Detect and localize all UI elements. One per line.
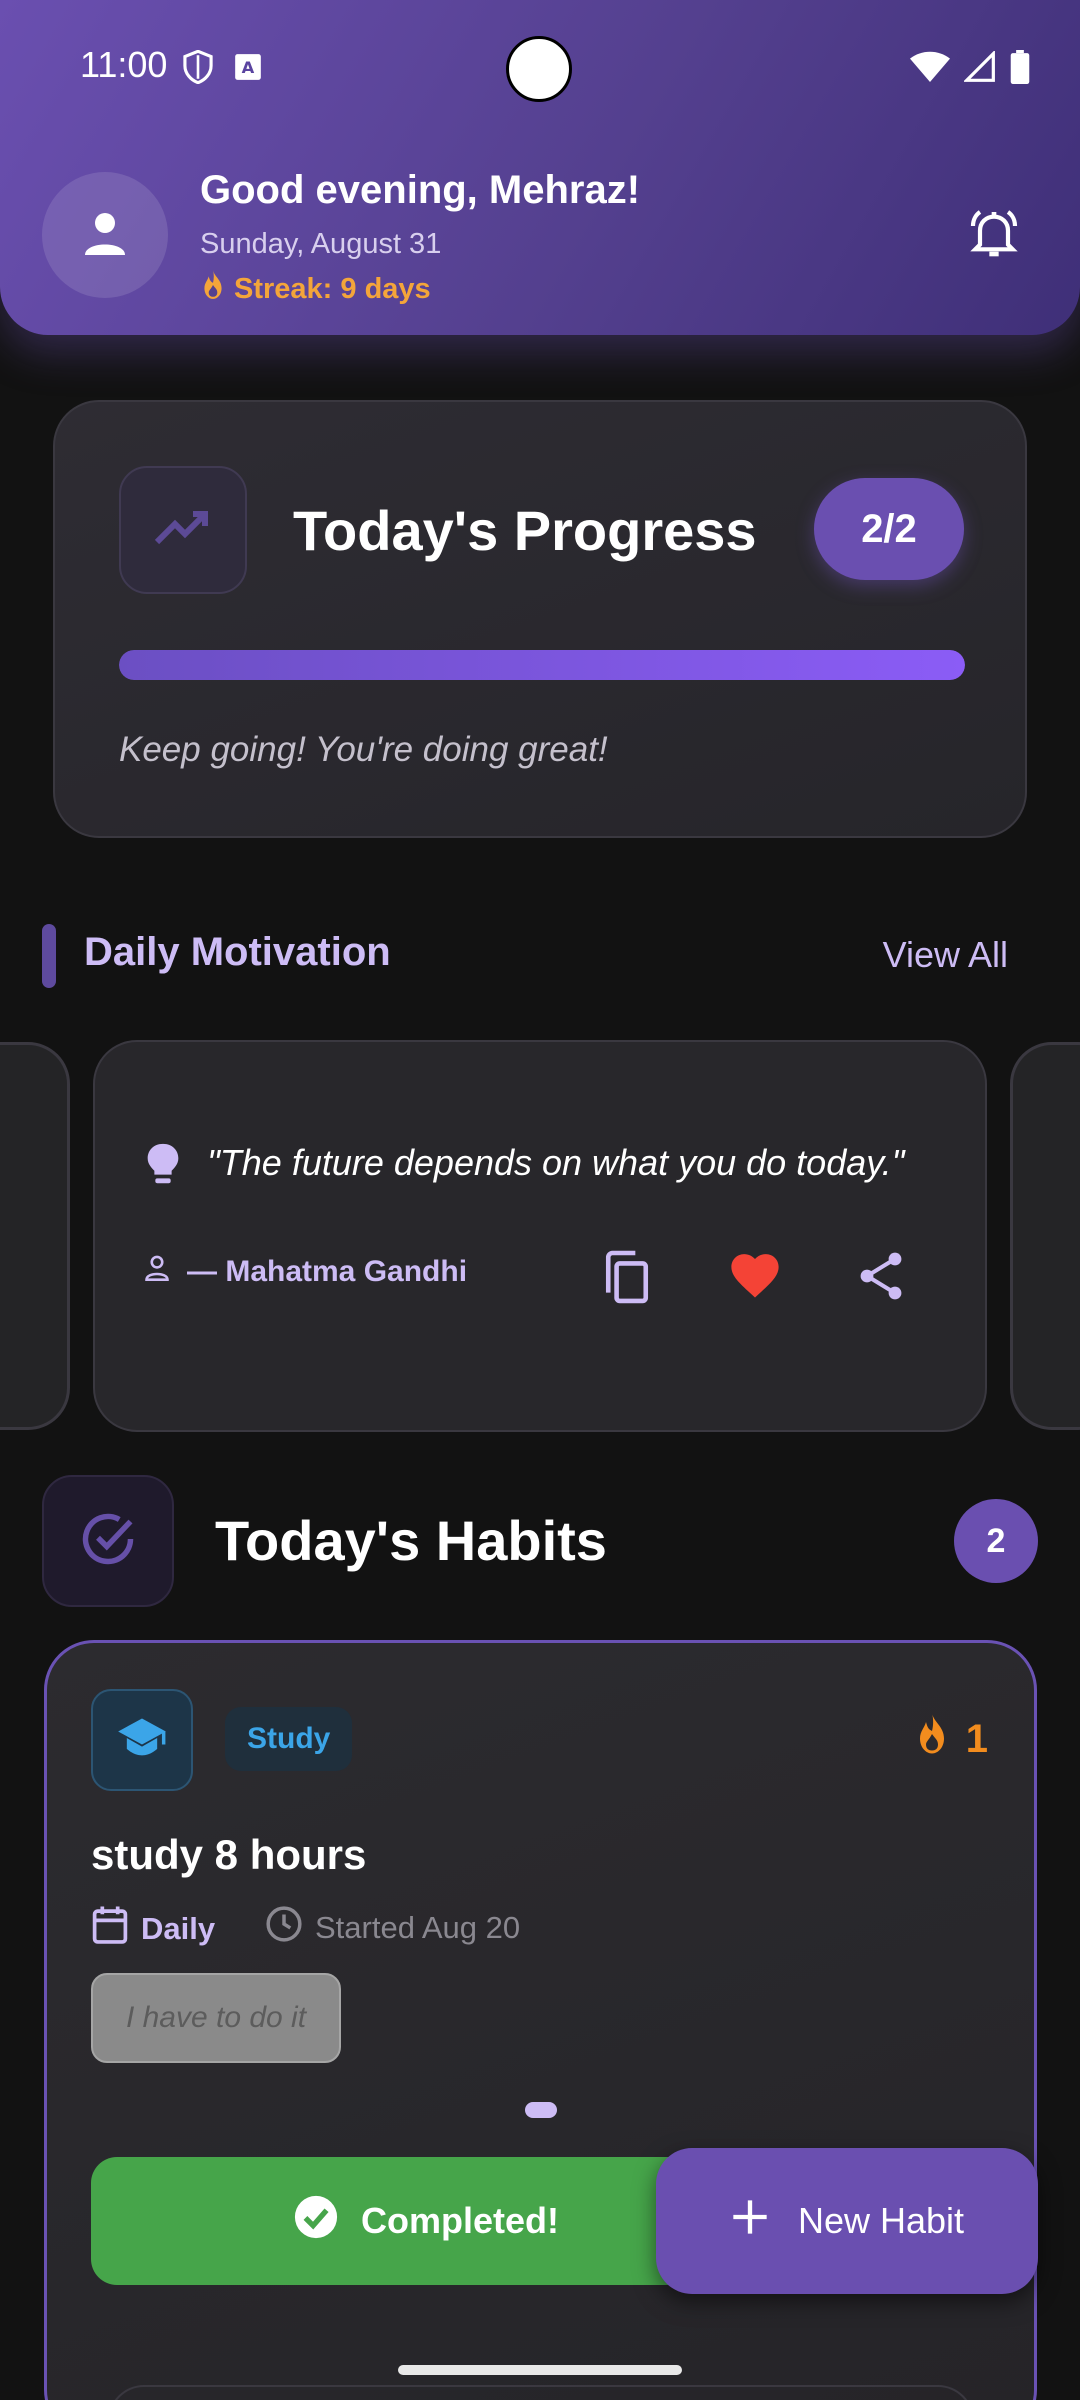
notifications-button[interactable] <box>966 205 1022 266</box>
lightbulb-icon <box>143 1142 183 1193</box>
todays-habits-title: Today's Habits <box>215 1509 607 1572</box>
status-system-icons <box>910 49 1030 89</box>
status-time: 11:00 <box>80 44 168 85</box>
page-indicator-dot <box>525 2102 557 2118</box>
progress-count-badge: 2/2 <box>814 478 964 580</box>
progress-bar-fill <box>119 650 965 680</box>
next-quote-card[interactable] <box>1010 1042 1080 1430</box>
habit-streak: 1 <box>914 1713 988 1765</box>
person-outline-icon <box>143 1254 171 1290</box>
view-all-link[interactable]: View All <box>883 934 1008 976</box>
section-accent-bar <box>42 924 56 988</box>
share-icon[interactable] <box>857 1250 905 1307</box>
habit-frequency-text: Daily <box>141 1911 216 1946</box>
habits-icon-box <box>42 1475 174 1607</box>
progress-title: Today's Progress <box>293 499 757 562</box>
plus-icon <box>730 2197 770 2246</box>
camera-cutout <box>506 36 572 102</box>
category-icon-box <box>91 1689 193 1791</box>
streak-label: Streak: 9 days <box>200 270 431 308</box>
trending-up-icon <box>153 508 213 553</box>
daily-motivation-title: Daily Motivation <box>84 930 391 974</box>
progress-message: Keep going! You're doing great! <box>119 730 608 769</box>
habits-count-badge: 2 <box>954 1499 1038 1583</box>
graduation-cap-icon <box>116 1716 168 1765</box>
person-icon <box>81 209 129 262</box>
quote-author-name: — Mahatma Gandhi <box>187 1255 468 1288</box>
fire-icon <box>914 1713 950 1765</box>
check-circle-icon <box>293 2194 339 2249</box>
copy-icon[interactable] <box>602 1250 652 1311</box>
wifi-icon <box>910 51 950 88</box>
shield-icon <box>182 49 214 89</box>
completed-button-label: Completed! <box>361 2200 559 2241</box>
progress-card: Today's Progress 2/2 Keep going! You're … <box>53 400 1027 838</box>
keyboard-icon: A <box>234 53 262 86</box>
habit-started-text: Started Aug 20 <box>315 1910 521 1945</box>
calendar-icon <box>91 1905 129 1953</box>
greeting: Good evening, Mehraz! <box>200 168 641 212</box>
svg-text:A: A <box>242 58 255 77</box>
cellular-signal-icon <box>962 49 996 88</box>
heart-icon[interactable] <box>728 1250 782 1305</box>
bell-ring-icon <box>966 210 1022 265</box>
new-habit-label: New Habit <box>797 2200 965 2241</box>
quote-card[interactable]: "The future depends on what you do today… <box>93 1040 987 1432</box>
habit-streak-count: 1 <box>965 1716 988 1761</box>
habit-note: I have to do it <box>91 1973 341 2063</box>
current-date: Sunday, August 31 <box>200 228 442 260</box>
new-habit-button[interactable]: New Habit <box>656 2148 1038 2294</box>
habit-frequency: Daily <box>91 1905 215 1953</box>
next-habit-card[interactable] <box>108 2385 974 2400</box>
check-circle-icon <box>78 1509 138 1574</box>
battery-icon <box>1010 50 1030 89</box>
habit-started: Started Aug 20 <box>265 1905 520 1951</box>
progress-bar <box>119 650 965 680</box>
clock-icon <box>265 1905 303 1951</box>
avatar[interactable] <box>42 172 168 298</box>
habit-name: study 8 hours <box>91 1831 367 1878</box>
fire-icon <box>200 270 226 308</box>
progress-icon-box <box>119 466 247 594</box>
status-notification-icons: A <box>182 49 262 89</box>
streak-text: Streak: 9 days <box>234 272 431 305</box>
category-badge: Study <box>225 1707 353 1771</box>
quote-text: "The future depends on what you do today… <box>207 1142 905 1183</box>
quote-author: — Mahatma Gandhi <box>143 1254 467 1290</box>
home-indicator[interactable] <box>398 2365 682 2375</box>
previous-quote-card[interactable] <box>0 1042 70 1430</box>
app-header: 11:00 A Good evening, Mehraz! Sunday, Au… <box>0 0 1080 335</box>
